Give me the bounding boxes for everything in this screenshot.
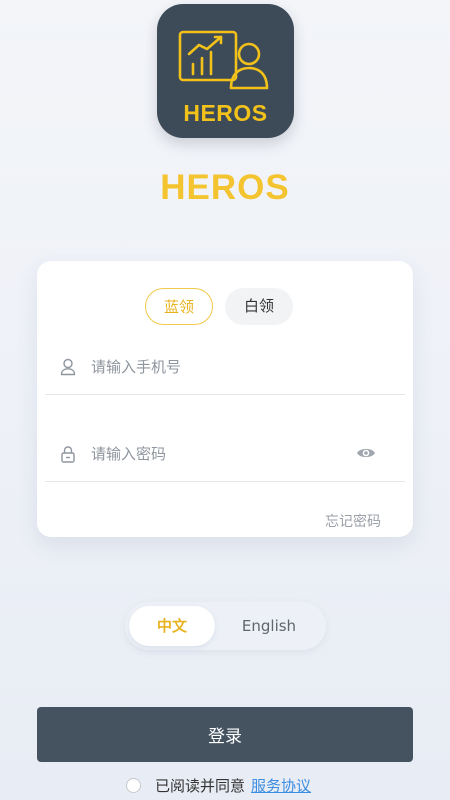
agreement-row: 已阅读并同意 服务协议 <box>126 774 311 796</box>
app-logo: HEROS <box>157 4 294 138</box>
app-title: HEROS <box>160 168 290 207</box>
chart-presenter-icon <box>178 30 269 90</box>
language-option-english[interactable]: English <box>225 606 313 646</box>
divider <box>45 481 405 482</box>
phone-input[interactable] <box>91 353 341 381</box>
tab-white-collar[interactable]: 白领 <box>225 288 293 325</box>
forgot-password-link[interactable]: 忘记密码 <box>325 511 381 531</box>
eye-icon[interactable] <box>356 445 376 461</box>
logo-text: HEROS <box>183 100 268 126</box>
password-input[interactable] <box>91 440 341 468</box>
divider <box>45 394 405 395</box>
lock-icon <box>61 446 75 463</box>
agreement-text: 已阅读并同意 <box>155 776 246 795</box>
language-option-chinese[interactable]: 中文 <box>129 606 215 646</box>
agreement-checkbox[interactable] <box>126 777 141 793</box>
service-agreement-link[interactable]: 服务协议 <box>251 775 311 796</box>
password-field <box>45 426 405 482</box>
login-button[interactable]: 登录 <box>37 707 413 762</box>
language-switch: 中文 English <box>125 602 326 650</box>
user-icon <box>60 358 76 376</box>
login-card: 蓝领 白领 忘记密码 <box>37 261 413 537</box>
tab-blue-collar[interactable]: 蓝领 <box>145 288 213 325</box>
phone-field <box>45 339 405 395</box>
